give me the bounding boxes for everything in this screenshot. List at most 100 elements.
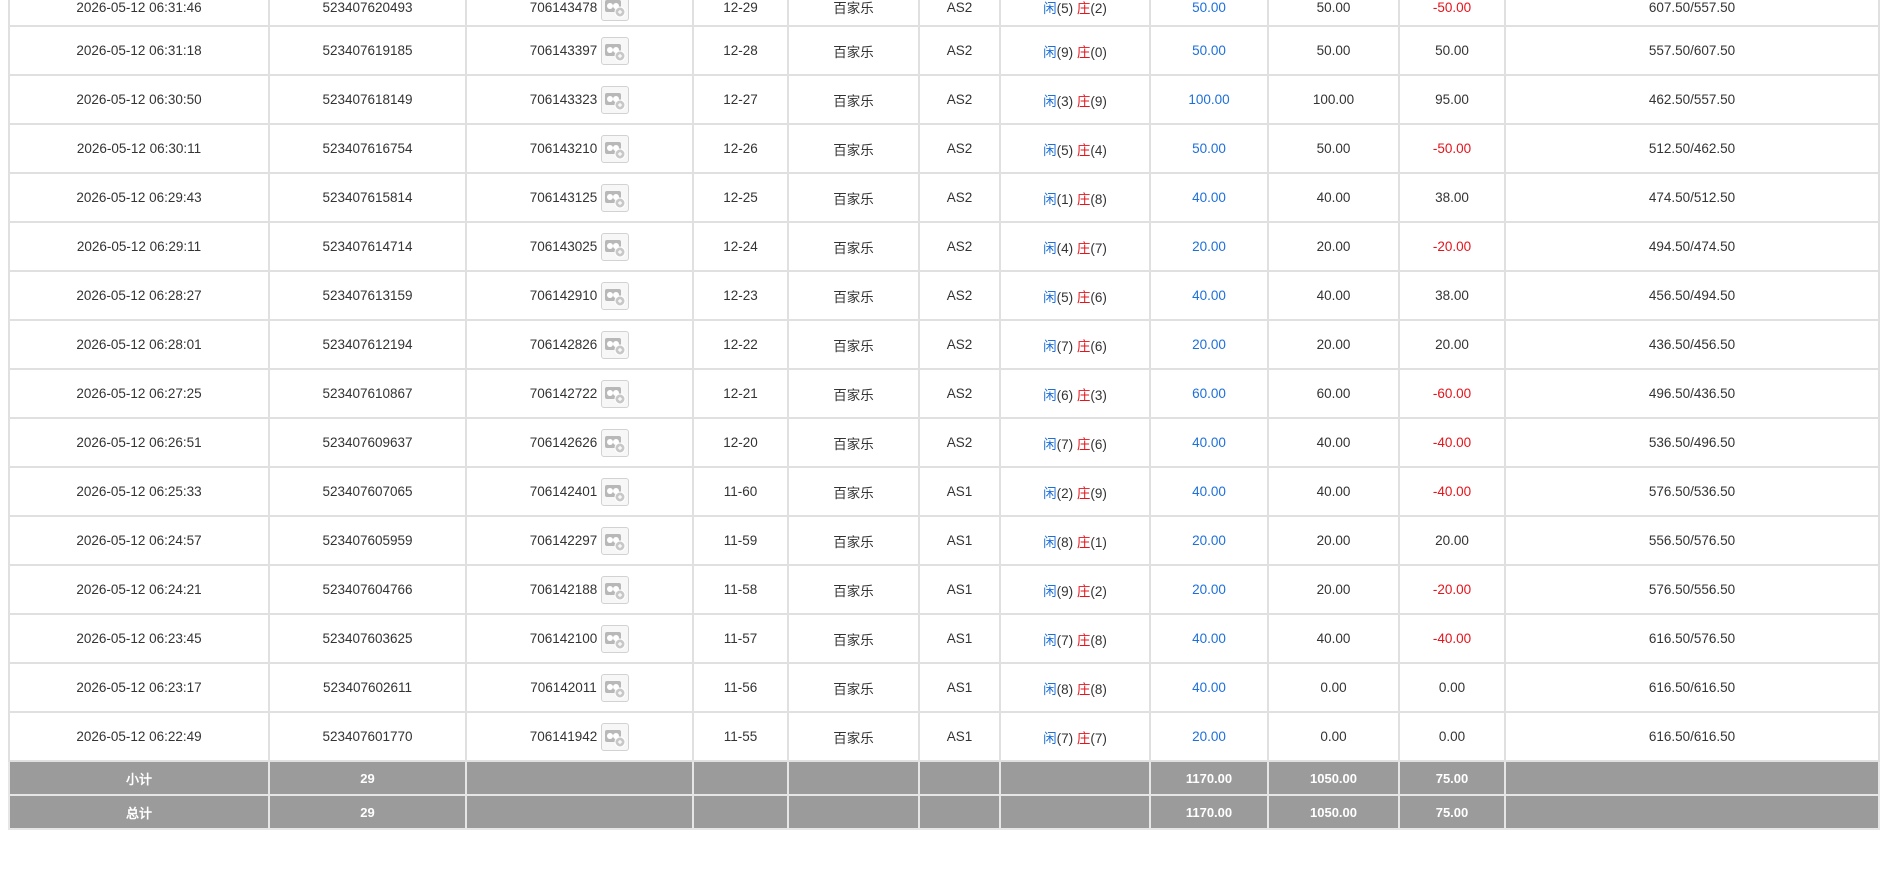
win-loss: -20.00 bbox=[1398, 564, 1506, 615]
game-number: 706142722 bbox=[529, 386, 598, 401]
valid-bet: 0.00 bbox=[1267, 662, 1400, 713]
banker-points: (2) bbox=[1090, 583, 1107, 599]
game-record-icon[interactable] bbox=[601, 526, 630, 555]
bet-time: 2026-05-12 06:31:46 bbox=[8, 0, 270, 27]
valid-bet: 50.00 bbox=[1267, 123, 1400, 174]
valid-bet: 40.00 bbox=[1267, 417, 1400, 468]
game-result: 闲(3) 庄(9) bbox=[999, 74, 1151, 125]
game-record-icon[interactable] bbox=[600, 673, 629, 702]
player-points: (4) bbox=[1056, 240, 1074, 256]
banker-points: (4) bbox=[1090, 142, 1107, 158]
total-label: 总计 bbox=[8, 794, 270, 830]
balance-change: 462.50/557.50 bbox=[1504, 74, 1880, 125]
game-number-cell: 706142722 bbox=[465, 368, 694, 419]
table-row: 2026-05-12 06:30:11 523407616754 706143210… bbox=[8, 123, 1880, 174]
balance-change: 616.50/576.50 bbox=[1504, 613, 1880, 664]
table-row: 2026-05-12 06:31:18 523407619185 706143397… bbox=[8, 25, 1880, 76]
bet-time: 2026-05-12 06:31:18 bbox=[8, 25, 270, 76]
bet-records-table: 2026-05-12 06:31:46 523407620493 706143478… bbox=[8, 0, 1880, 830]
table-summary: 小计 29 1170.00 1050.00 75.00 总计 29 1170.0… bbox=[8, 760, 1880, 830]
game-number: 706142011 bbox=[530, 680, 597, 695]
table-row: 2026-05-12 06:27:25 523407610867 706142722… bbox=[8, 368, 1880, 419]
game-number-cell: 706143210 bbox=[465, 123, 694, 174]
valid-bet: 60.00 bbox=[1267, 368, 1400, 419]
game-record-icon[interactable] bbox=[601, 281, 630, 310]
round-number: 12-28 bbox=[692, 25, 789, 76]
table-row: 2026-05-12 06:29:43 523407615814 706143125… bbox=[8, 172, 1880, 223]
bet-time: 2026-05-12 06:25:33 bbox=[8, 466, 270, 517]
game-record-icon[interactable] bbox=[601, 36, 630, 65]
game-number-cell: 706142188 bbox=[465, 564, 694, 615]
game-name: 百家乐 bbox=[787, 711, 920, 762]
win-loss: 38.00 bbox=[1398, 270, 1506, 321]
balance-change: 456.50/494.50 bbox=[1504, 270, 1880, 321]
balance-change: 512.50/462.50 bbox=[1504, 123, 1880, 174]
banker-points: (6) bbox=[1090, 436, 1107, 452]
valid-bet: 50.00 bbox=[1267, 0, 1400, 27]
game-record-icon[interactable] bbox=[601, 722, 630, 751]
banker-points: (9) bbox=[1090, 93, 1107, 109]
game-result: 闲(5) 庄(6) bbox=[999, 270, 1151, 321]
balance-change: 607.50/557.50 bbox=[1504, 0, 1880, 27]
table-code: AS2 bbox=[918, 270, 1001, 321]
banker-points: (2) bbox=[1090, 1, 1107, 16]
player-label: 闲 bbox=[1043, 44, 1057, 60]
bet-amount: 60.00 bbox=[1149, 368, 1269, 419]
bet-time: 2026-05-12 06:26:51 bbox=[8, 417, 270, 468]
game-record-icon[interactable] bbox=[601, 183, 630, 212]
game-record-icon[interactable] bbox=[601, 0, 630, 21]
bet-time: 2026-05-12 06:30:11 bbox=[8, 123, 270, 174]
win-loss: -60.00 bbox=[1398, 368, 1506, 419]
bet-amount: 100.00 bbox=[1149, 74, 1269, 125]
game-number-cell: 706143478 bbox=[465, 0, 694, 27]
player-label: 闲 bbox=[1043, 681, 1057, 697]
player-points: (6) bbox=[1056, 387, 1074, 403]
win-loss: -20.00 bbox=[1398, 221, 1506, 272]
game-record-icon[interactable] bbox=[601, 575, 630, 604]
game-record-icon[interactable] bbox=[601, 232, 630, 261]
banker-label: 庄 bbox=[1076, 93, 1091, 109]
game-number: 706142826 bbox=[529, 337, 598, 352]
subtotal-win: 75.00 bbox=[1398, 760, 1506, 796]
win-loss: 0.00 bbox=[1398, 662, 1506, 713]
order-number: 523407609637 bbox=[268, 417, 467, 468]
game-name: 百家乐 bbox=[787, 613, 920, 664]
game-record-icon[interactable] bbox=[601, 477, 630, 506]
total-row: 总计 29 1170.00 1050.00 75.00 bbox=[8, 794, 1880, 830]
win-loss: 50.00 bbox=[1398, 25, 1506, 76]
game-record-icon[interactable] bbox=[601, 624, 630, 653]
game-number: 706142188 bbox=[529, 582, 598, 597]
game-record-icon[interactable] bbox=[601, 134, 630, 163]
banker-points: (3) bbox=[1090, 387, 1107, 403]
bet-amount: 20.00 bbox=[1149, 564, 1269, 615]
order-number: 523407613159 bbox=[268, 270, 467, 321]
game-number-cell: 706143125 bbox=[465, 172, 694, 223]
game-result: 闲(7) 庄(6) bbox=[999, 417, 1151, 468]
banker-label: 庄 bbox=[1076, 142, 1091, 158]
balance-change: 576.50/556.50 bbox=[1504, 564, 1880, 615]
valid-bet: 40.00 bbox=[1267, 466, 1400, 517]
order-number: 523407619185 bbox=[268, 25, 467, 76]
game-number-cell: 706142011 bbox=[465, 662, 694, 713]
table-code: AS2 bbox=[918, 319, 1001, 370]
banker-label: 庄 bbox=[1076, 632, 1091, 648]
game-record-icon[interactable] bbox=[601, 379, 630, 408]
table-row: 2026-05-12 06:26:51 523407609637 706142626… bbox=[8, 417, 1880, 468]
banker-points: (6) bbox=[1090, 289, 1107, 305]
valid-bet: 40.00 bbox=[1267, 613, 1400, 664]
player-points: (7) bbox=[1056, 632, 1074, 648]
player-points: (8) bbox=[1056, 534, 1074, 550]
game-name: 百家乐 bbox=[787, 270, 920, 321]
bet-time: 2026-05-12 06:23:17 bbox=[8, 662, 270, 713]
balance-change: 474.50/512.50 bbox=[1504, 172, 1880, 223]
player-points: (5) bbox=[1056, 289, 1074, 305]
game-record-icon[interactable] bbox=[601, 85, 630, 114]
bet-amount: 40.00 bbox=[1149, 270, 1269, 321]
bet-amount: 50.00 bbox=[1149, 25, 1269, 76]
valid-bet: 40.00 bbox=[1267, 172, 1400, 223]
round-number: 11-57 bbox=[692, 613, 789, 664]
table-code: AS2 bbox=[918, 0, 1001, 27]
round-number: 11-60 bbox=[692, 466, 789, 517]
game-record-icon[interactable] bbox=[601, 330, 630, 359]
game-record-icon[interactable] bbox=[601, 428, 630, 457]
